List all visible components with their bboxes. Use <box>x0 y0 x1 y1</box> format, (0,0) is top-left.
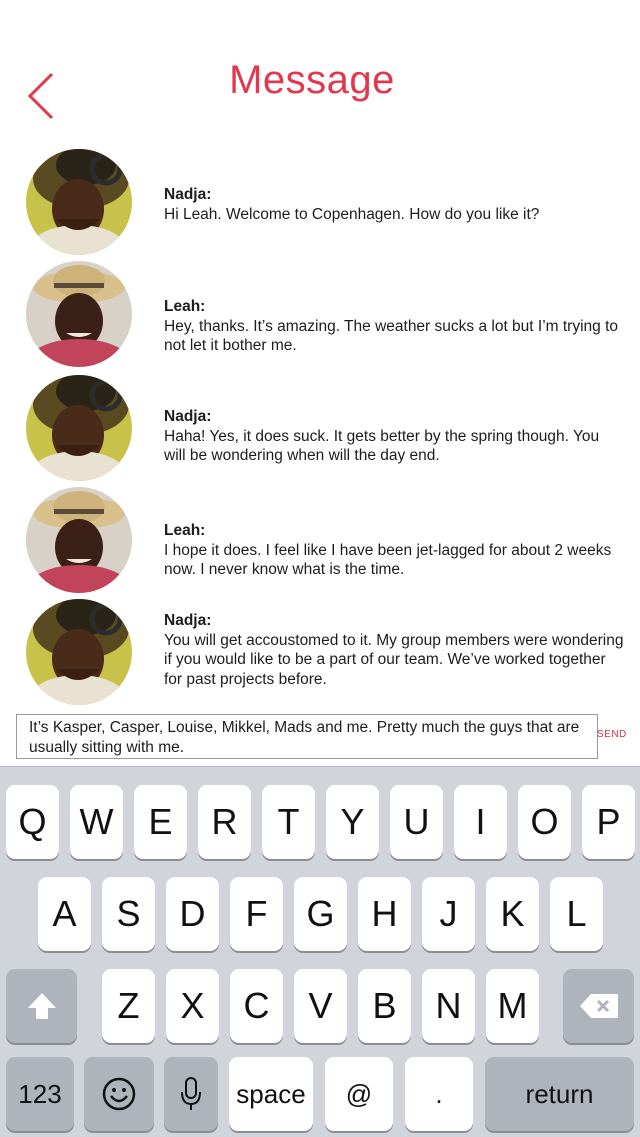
message-item: Leah: I hope it does. I feel like I have… <box>0 483 640 593</box>
header: Message <box>0 0 640 140</box>
message-body: Nadja: Hi Leah. Welcome to Copenhagen. H… <box>164 185 624 224</box>
avatar-leah[interactable] <box>26 261 132 367</box>
message-sender: Leah: <box>164 298 206 315</box>
message-sender: Nadja: <box>164 612 212 629</box>
key-o[interactable]: O <box>518 785 571 859</box>
key-c[interactable]: C <box>230 969 283 1043</box>
message-item: Nadja: Haha! Yes, it does suck. It gets … <box>0 371 640 481</box>
key-b[interactable]: B <box>358 969 411 1043</box>
avatar-nadja[interactable] <box>26 599 132 705</box>
key-k[interactable]: K <box>486 877 539 951</box>
key-z[interactable]: Z <box>102 969 155 1043</box>
message-text: I hope it does. I feel like I have been … <box>164 541 612 579</box>
avatar-leah[interactable] <box>26 487 132 593</box>
message-item: Nadja: You will get accoustomed to it. M… <box>0 597 640 705</box>
message-body: Nadja: Haha! Yes, it does suck. It gets … <box>164 407 624 466</box>
emoji-icon <box>102 1077 136 1111</box>
key-n[interactable]: N <box>422 969 475 1043</box>
key-d[interactable]: D <box>166 877 219 951</box>
message-list[interactable]: Nadja: Hi Leah. Welcome to Copenhagen. H… <box>0 145 640 705</box>
key-e[interactable]: E <box>134 785 187 859</box>
key-l[interactable]: L <box>550 877 603 951</box>
message-item: Nadja: Hi Leah. Welcome to Copenhagen. H… <box>0 145 640 255</box>
period-key[interactable]: . <box>405 1057 473 1131</box>
key-m[interactable]: M <box>486 969 539 1043</box>
key-s[interactable]: S <box>102 877 155 951</box>
page-title: Message <box>229 58 395 102</box>
emoji-key[interactable] <box>84 1057 154 1131</box>
message-text: You will get accoustomed to it. My group… <box>164 631 624 688</box>
key-i[interactable]: I <box>454 785 507 859</box>
message-body: Leah: Hey, thanks. It’s amazing. The wea… <box>164 297 624 356</box>
message-sender: Nadja: <box>164 186 212 203</box>
dictation-key[interactable] <box>164 1057 218 1131</box>
message-text: Haha! Yes, it does suck. It gets better … <box>164 427 600 465</box>
delete-key[interactable] <box>563 969 634 1043</box>
key-j[interactable]: J <box>422 877 475 951</box>
key-p[interactable]: P <box>582 785 635 859</box>
key-v[interactable]: V <box>294 969 347 1043</box>
message-composer: It’s Kasper, Casper, Louise, Mikkel, Mad… <box>0 706 640 766</box>
shift-icon <box>27 993 56 1019</box>
message-input[interactable]: It’s Kasper, Casper, Louise, Mikkel, Mad… <box>16 714 598 759</box>
key-f[interactable]: F <box>230 877 283 951</box>
message-sender: Nadja: <box>164 408 212 425</box>
key-y[interactable]: Y <box>326 785 379 859</box>
microphone-icon <box>181 1077 201 1110</box>
backspace-icon <box>579 994 618 1018</box>
message-sender: Leah: <box>164 522 206 539</box>
numbers-key[interactable]: 123 <box>6 1057 74 1131</box>
space-key[interactable]: space <box>229 1057 313 1131</box>
send-button[interactable]: SEND <box>597 729 627 740</box>
key-q[interactable]: Q <box>6 785 59 859</box>
message-body: Nadja: You will get accoustomed to it. M… <box>164 611 624 689</box>
message-item: Leah: Hey, thanks. It’s amazing. The wea… <box>0 257 640 367</box>
avatar-nadja[interactable] <box>26 149 132 255</box>
message-text: Hi Leah. Welcome to Copenhagen. How do y… <box>164 205 540 223</box>
key-r[interactable]: R <box>198 785 251 859</box>
key-w[interactable]: W <box>70 785 123 859</box>
return-key[interactable]: return <box>485 1057 634 1131</box>
message-text: Hey, thanks. It’s amazing. The weather s… <box>164 317 619 355</box>
keyboard: Q W E R T Y U I O P A S D F G H J K L Z … <box>0 766 640 1137</box>
shift-key[interactable] <box>6 969 77 1043</box>
key-g[interactable]: G <box>294 877 347 951</box>
message-body: Leah: I hope it does. I feel like I have… <box>164 521 624 580</box>
key-h[interactable]: H <box>358 877 411 951</box>
avatar-nadja[interactable] <box>26 375 132 481</box>
key-a[interactable]: A <box>38 877 91 951</box>
key-x[interactable]: X <box>166 969 219 1043</box>
key-u[interactable]: U <box>390 785 443 859</box>
at-key[interactable]: @ <box>325 1057 393 1131</box>
key-t[interactable]: T <box>262 785 315 859</box>
